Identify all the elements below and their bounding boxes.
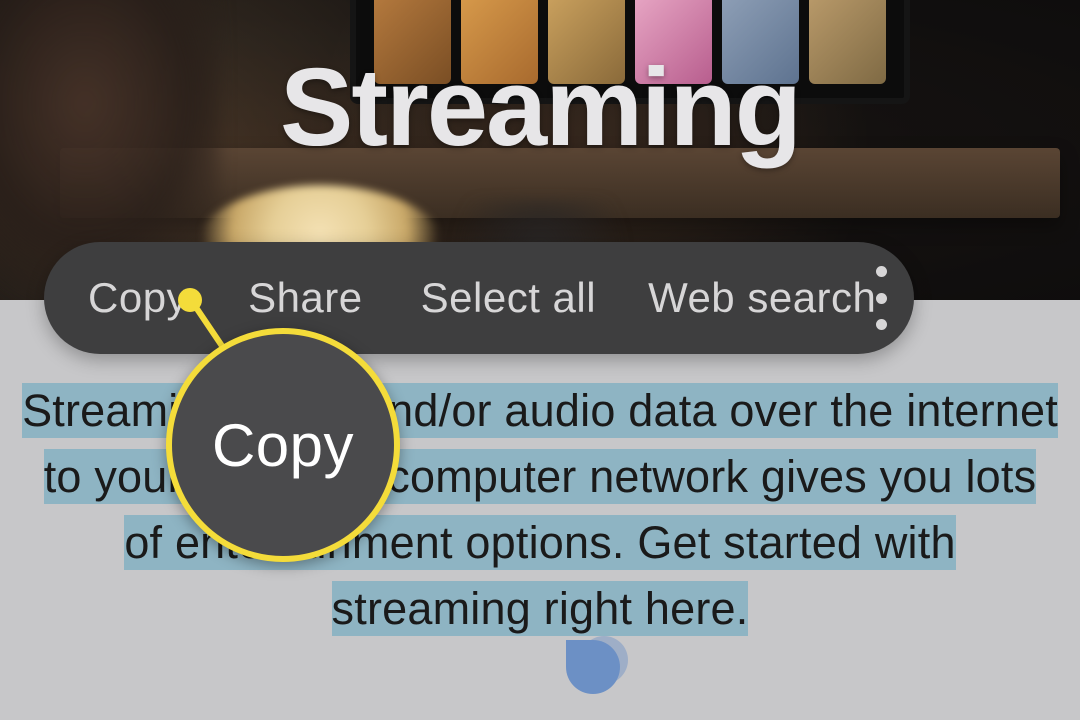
tv-tile	[461, 0, 538, 84]
screen: Streaming Copy Share Select all Web sear…	[0, 0, 1080, 720]
tv-tile	[548, 0, 625, 84]
copy-callout-magnifier: Copy	[166, 328, 400, 562]
menu-item-web-search[interactable]: Web search	[648, 274, 876, 322]
tv-screen	[350, 0, 910, 104]
tv-tile	[722, 0, 799, 84]
callout-connector-dot	[178, 288, 202, 312]
tv-tile	[374, 0, 451, 84]
tv-tile	[635, 0, 712, 84]
text-selection-menu: Copy Share Select all Web search	[44, 242, 914, 354]
copy-callout-label: Copy	[212, 411, 354, 480]
more-options-icon[interactable]	[876, 262, 887, 334]
menu-item-copy[interactable]: Copy	[88, 274, 188, 322]
menu-item-share[interactable]: Share	[248, 274, 363, 322]
selection-end-handle[interactable]	[566, 640, 620, 694]
menu-item-select-all[interactable]: Select all	[421, 274, 596, 322]
tv-tile	[809, 0, 886, 84]
